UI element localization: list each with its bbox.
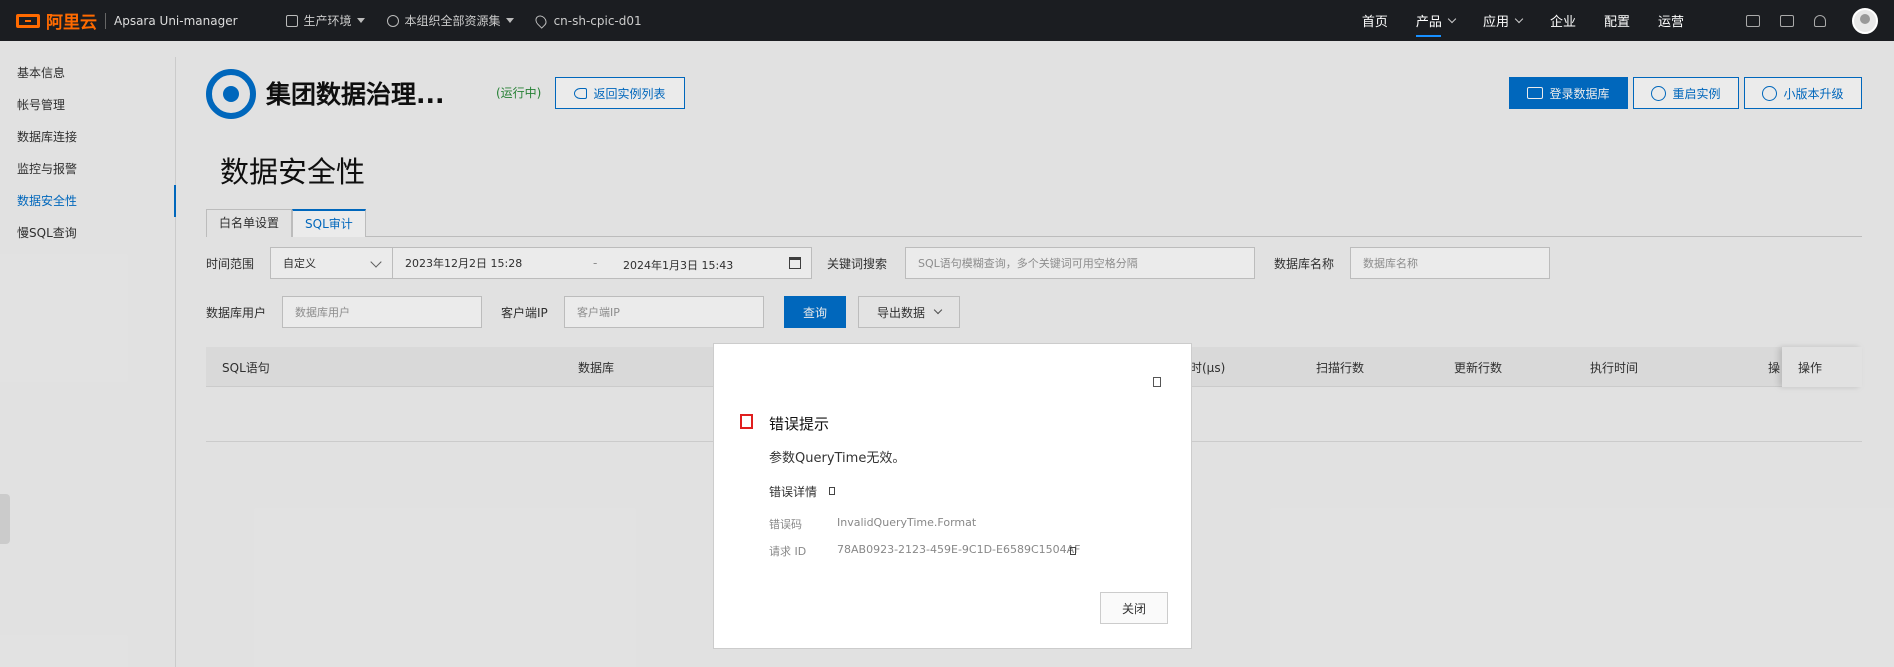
screen-icon[interactable] bbox=[1746, 14, 1760, 27]
error-code-value: InvalidQueryTime.Format bbox=[837, 516, 977, 529]
error-icon bbox=[740, 414, 753, 429]
book-icon[interactable] bbox=[1780, 14, 1794, 27]
dialog-message: 参数QueryTime无效。 bbox=[769, 451, 906, 466]
nav-operations-label: 运营 bbox=[1657, 15, 1684, 30]
nav-config[interactable]: 配置 bbox=[1604, 0, 1630, 41]
nav-home-label: 首页 bbox=[1361, 15, 1388, 30]
location-pin-icon bbox=[532, 12, 549, 29]
aliyun-logo-icon bbox=[16, 13, 40, 28]
chevron-down-icon bbox=[1447, 14, 1457, 23]
top-navbar: 阿里云 Apsara Uni-manager 生产环境 本组织全部资源集 cn-… bbox=[0, 0, 1894, 41]
error-details-toggle[interactable]: 错误详情 bbox=[769, 483, 817, 500]
top-icons bbox=[1726, 0, 1878, 41]
logo-separator bbox=[105, 12, 106, 29]
bell-icon[interactable] bbox=[1814, 14, 1826, 27]
nav-home[interactable]: 首页 bbox=[1362, 0, 1388, 41]
chevron-down-icon bbox=[1514, 14, 1524, 23]
error-details-label: 错误详情 bbox=[769, 485, 818, 499]
building-icon bbox=[285, 14, 298, 27]
aliyun-logo[interactable]: 阿里云 Apsara Uni-manager bbox=[16, 8, 238, 33]
product-name: Apsara Uni-manager bbox=[114, 13, 238, 28]
resource-set-label: 本组织全部资源集 bbox=[404, 14, 501, 28]
resource-set-selector[interactable]: 本组织全部资源集 bbox=[386, 12, 514, 29]
nav-apps[interactable]: 应用 bbox=[1482, 0, 1524, 41]
nav-enterprise-label: 企业 bbox=[1549, 15, 1576, 30]
top-nav: 首页 产品 应用 企业 配置 运营 bbox=[1334, 0, 1684, 41]
error-dialog: 错误提示 参数QueryTime无效。 错误详情 错误码 InvalidQuer… bbox=[713, 343, 1192, 649]
env-label: 生产环境 bbox=[303, 14, 352, 28]
caret-down-icon bbox=[505, 18, 514, 23]
copy-icon[interactable] bbox=[1070, 547, 1076, 555]
nav-products[interactable]: 产品 bbox=[1415, 0, 1457, 41]
close-button[interactable]: 关闭 bbox=[1100, 592, 1168, 624]
dialog-title: 错误提示 bbox=[769, 415, 830, 433]
nav-config-label: 配置 bbox=[1603, 15, 1630, 30]
env-selector[interactable]: 生产环境 bbox=[285, 12, 365, 29]
region-label: cn-sh-cpic-d01 bbox=[553, 13, 642, 28]
expand-icon[interactable] bbox=[829, 487, 835, 495]
close-icon[interactable] bbox=[1153, 377, 1161, 387]
caret-down-icon bbox=[356, 18, 365, 23]
region-selector[interactable]: cn-sh-cpic-d01 bbox=[532, 12, 642, 29]
logo-text: 阿里云 bbox=[46, 13, 97, 33]
request-id-label: 请求 ID bbox=[769, 545, 807, 558]
close-button-label: 关闭 bbox=[1121, 601, 1146, 616]
request-id-value: 78AB0923-2123-459E-9C1D-E6589C1504AF bbox=[837, 543, 1081, 556]
nav-apps-label: 应用 bbox=[1482, 15, 1509, 30]
nav-operations[interactable]: 运营 bbox=[1658, 0, 1684, 41]
avatar[interactable] bbox=[1852, 7, 1878, 34]
error-code-label: 错误码 bbox=[769, 518, 802, 531]
resource-set-icon bbox=[386, 14, 399, 27]
nav-products-label: 产品 bbox=[1415, 15, 1442, 30]
nav-enterprise[interactable]: 企业 bbox=[1550, 0, 1576, 41]
